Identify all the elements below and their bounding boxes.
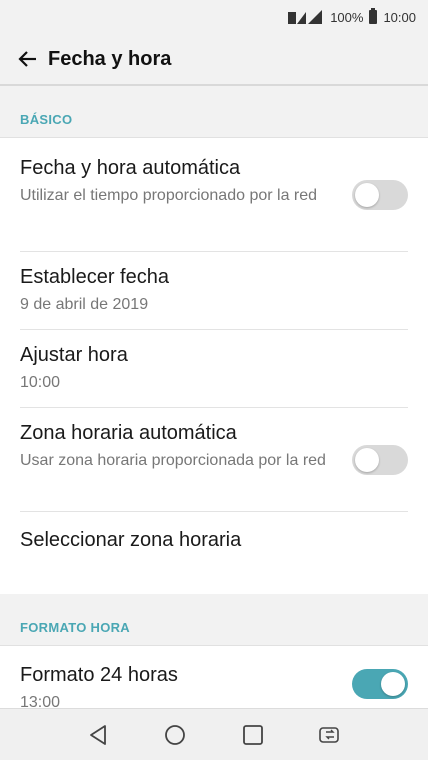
- item-subtitle: Utilizar el tiempo proporcionado por la …: [20, 187, 318, 204]
- battery-icon: [369, 8, 378, 24]
- set-time-item[interactable]: Ajustar hora 10:00: [20, 330, 408, 408]
- toggle-knob: [381, 672, 405, 696]
- section-header-basico: BÁSICO: [0, 86, 428, 138]
- item-title: Ajustar hora: [20, 344, 128, 366]
- signal-icon: [288, 10, 324, 24]
- clock: 10:00: [383, 9, 416, 25]
- battery-percentage: 100%: [330, 9, 364, 25]
- 24-hour-format-item[interactable]: Formato 24 horas 13:00: [20, 646, 408, 708]
- app-bar: Fecha y hora: [0, 34, 428, 86]
- status-bar: 100% 10:00: [0, 0, 428, 34]
- auto-time-zone-toggle[interactable]: [352, 444, 408, 475]
- item-subtitle: 13:00: [20, 694, 61, 708]
- settings-list: BÁSICO Fecha y hora automática Utilizar …: [0, 86, 428, 708]
- 24-hour-format-toggle[interactable]: [352, 669, 408, 699]
- dual-window-icon[interactable]: [310, 715, 350, 755]
- select-time-zone-item[interactable]: Seleccionar zona horaria: [20, 512, 408, 568]
- navigation-bar: [0, 708, 428, 760]
- auto-time-zone-item[interactable]: Zona horaria automática Usar zona horari…: [20, 408, 408, 512]
- item-title: Zona horaria automática: [20, 422, 237, 444]
- section-spacer: [0, 568, 428, 594]
- item-subtitle: 10:00: [20, 374, 61, 391]
- set-date-item[interactable]: Establecer fecha 9 de abril de 2019: [20, 252, 408, 330]
- item-subtitle: Usar zona horaria proporcionada por la r…: [20, 452, 326, 469]
- back-triangle-icon[interactable]: [78, 715, 118, 755]
- item-title: Establecer fecha: [20, 266, 169, 288]
- section-header-formato-hora: FORMATO HORA: [0, 594, 428, 646]
- item-title: Fecha y hora automática: [20, 157, 241, 179]
- item-title: Seleccionar zona horaria: [20, 529, 242, 551]
- item-subtitle: 9 de abril de 2019: [20, 296, 149, 313]
- auto-date-time-item[interactable]: Fecha y hora automática Utilizar el tiem…: [20, 138, 408, 252]
- recents-square-icon[interactable]: [233, 715, 273, 755]
- toggle-knob: [355, 182, 379, 207]
- toggle-knob: [355, 447, 379, 472]
- page-title: Fecha y hora: [48, 47, 172, 70]
- item-title: Formato 24 horas: [20, 664, 178, 686]
- auto-date-time-toggle[interactable]: [352, 179, 408, 210]
- home-circle-icon[interactable]: [155, 715, 195, 755]
